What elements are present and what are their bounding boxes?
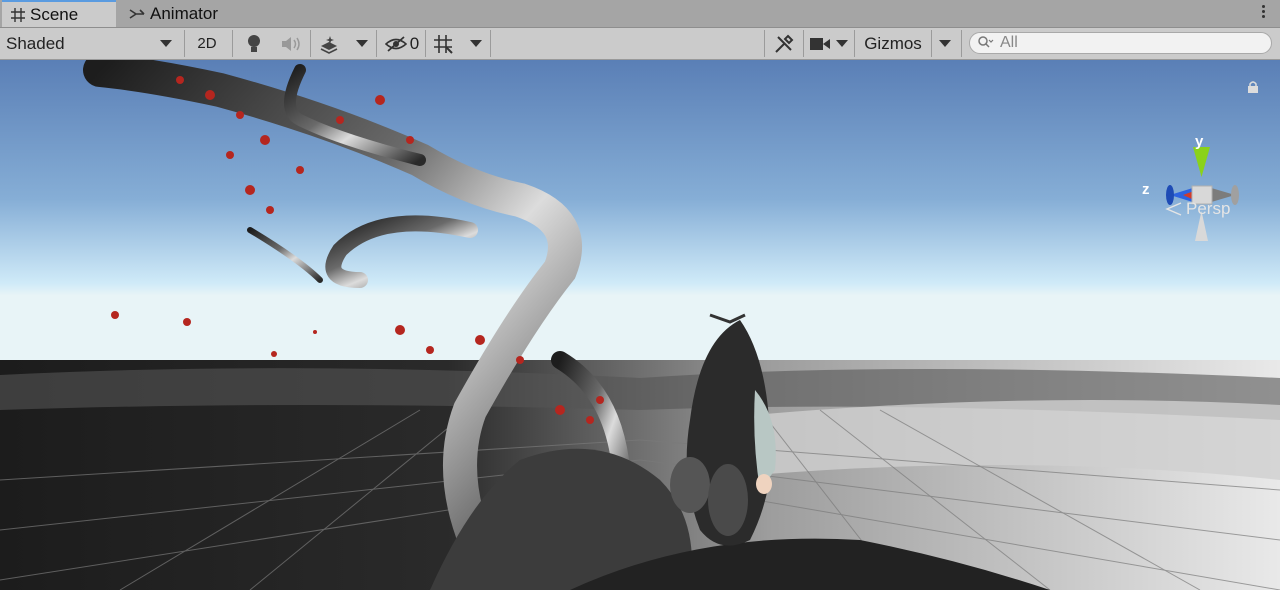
hierarchy-search[interactable] [969, 32, 1272, 54]
tab-animator[interactable]: Animator [125, 0, 218, 27]
divider [184, 30, 185, 57]
speaker-icon [282, 36, 300, 51]
grid-dropdown[interactable] [464, 28, 488, 59]
search-icon [978, 36, 994, 48]
draw-mode-value: Shaded [6, 33, 65, 53]
orientation-gizmo[interactable]: y z [1140, 133, 1260, 255]
projection-label: Persp [1186, 199, 1231, 218]
gizmo-z-label: z [1142, 181, 1150, 198]
chevron-down-icon [470, 40, 482, 47]
divider [931, 30, 932, 57]
scene-toolbar: Shaded 2D 0 Gizmos All [0, 28, 1280, 60]
gizmos-dropdown[interactable] [933, 28, 957, 59]
hidden-eye-icon [384, 35, 407, 52]
scene-viewport[interactable]: y z Persp [0, 60, 1280, 590]
camera-icon [810, 37, 830, 50]
grid-snap-icon [434, 34, 453, 54]
effects-toggle[interactable] [314, 28, 344, 59]
toggle-2d-label: 2D [197, 35, 217, 52]
chevron-down-icon [356, 40, 368, 47]
chevron-down-icon [160, 40, 172, 47]
divider [425, 30, 426, 57]
animator-icon [129, 8, 145, 19]
scene-visibility-toggle[interactable]: 0 [380, 28, 424, 59]
gizmo-y-label: y [1195, 133, 1204, 150]
toggle-2d-button[interactable]: 2D [188, 28, 226, 59]
divider [961, 30, 962, 57]
draw-mode-dropdown[interactable]: Shaded [0, 28, 180, 59]
projection-toggle[interactable]: Persp [1165, 199, 1230, 219]
gizmos-toggle[interactable]: Gizmos [856, 28, 930, 59]
camera-settings-button[interactable] [806, 28, 834, 59]
more-options-icon[interactable] [1262, 5, 1266, 20]
tab-scene-label: Scene [30, 4, 79, 24]
divider [310, 30, 311, 57]
divider [764, 30, 765, 57]
tab-bar: Scene Animator [0, 0, 1280, 28]
lightbulb-icon [248, 34, 260, 52]
tab-scene[interactable]: Scene [2, 0, 116, 27]
chevron-down-icon [939, 40, 951, 47]
audio-toggle[interactable] [276, 28, 306, 59]
tools-toggle[interactable] [768, 28, 800, 59]
scene-render [0, 60, 1280, 590]
divider [803, 30, 804, 57]
effects-layers-icon [320, 35, 338, 54]
lighting-toggle[interactable] [240, 28, 268, 59]
hidden-count: 0 [409, 33, 420, 53]
effects-dropdown[interactable] [350, 28, 374, 59]
lock-icon[interactable] [1247, 80, 1259, 94]
camera-dropdown[interactable] [832, 28, 852, 59]
divider [376, 30, 377, 57]
grid-icon [11, 7, 25, 22]
grid-toggle[interactable] [428, 28, 458, 59]
search-input[interactable] [998, 33, 1262, 53]
tools-icon [775, 34, 794, 53]
gizmos-label: Gizmos [864, 33, 922, 53]
tab-animator-label: Animator [150, 3, 219, 23]
perspective-icon [1165, 202, 1182, 216]
axis-gizmo-icon [1166, 147, 1239, 241]
divider [854, 30, 855, 57]
chevron-down-icon [836, 40, 848, 47]
divider [490, 30, 491, 57]
divider [232, 30, 233, 57]
